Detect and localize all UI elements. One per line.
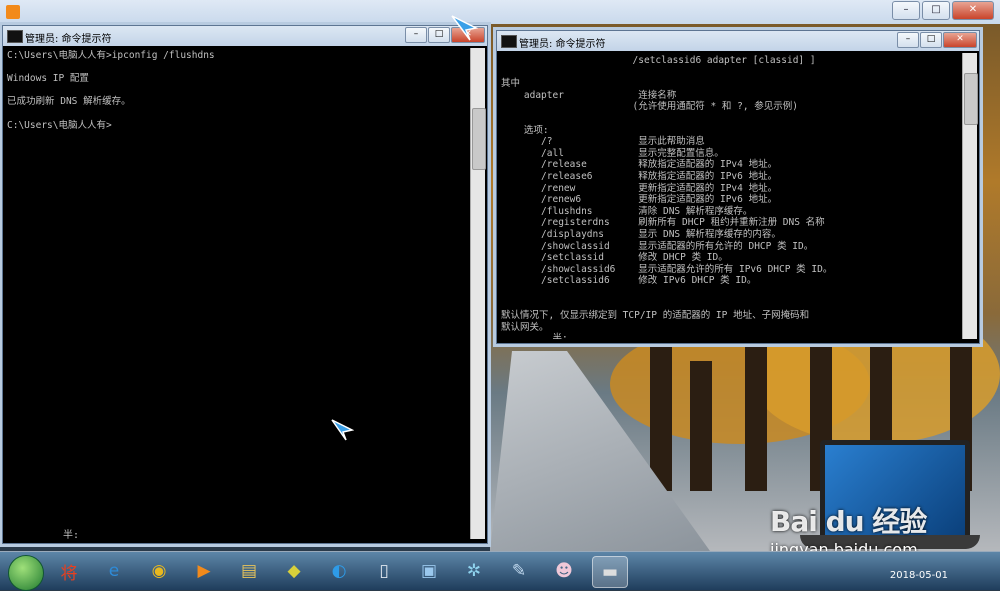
console-line: /showclassid6 显示适配器允许的所有 IPv6 DHCP 类 ID。: [501, 263, 833, 275]
right-console-titlebar[interactable]: 管理员: 命令提示符 – □ ✕: [497, 31, 979, 51]
left-console-scrollbar[interactable]: [470, 48, 486, 539]
browser-taskbar-button[interactable]: ◐: [322, 556, 356, 586]
left-console-title: 管理员: 命令提示符: [25, 34, 112, 45]
console-line: /flushdns 清除 DNS 解析程序缓存。: [501, 205, 753, 217]
console-line: /release 释放指定适配器的 IPv4 地址。: [501, 159, 778, 171]
taskbar: 将 e ◉ ▶ ▤ ◆ ◐ ▯ ▣ ✲ ✎ ☻ ▬ 2018-05-01: [0, 551, 1000, 591]
console-line: 其中: [501, 78, 521, 90]
console-line: (允许使用通配符 * 和 ?, 参见示例): [501, 101, 799, 113]
console-line: /release6 释放指定适配器的 IPv6 地址。: [501, 170, 778, 182]
remote-desktop-icon: ▣: [420, 561, 438, 581]
media-player-icon: ▶: [197, 561, 211, 581]
document-taskbar-button[interactable]: ▯: [367, 556, 401, 586]
cmd-icon: ▬: [601, 562, 619, 582]
paint-taskbar-button[interactable]: ✎: [502, 556, 536, 586]
ie-icon: e: [108, 561, 120, 581]
outer-window-controls: – □ ✕: [892, 1, 994, 20]
console-line: 默认网关。: [501, 321, 549, 333]
console-line: adapter 连接名称: [501, 89, 677, 101]
console-line: 选项:: [501, 124, 549, 136]
right-command-prompt-window[interactable]: 管理员: 命令提示符 – □ ✕ /setclassid6 adapter [c…: [496, 30, 980, 344]
start-button[interactable]: [8, 555, 44, 591]
left-console-output[interactable]: C:\Users\电脑人人有>ipconfig /flushdns Window…: [7, 50, 469, 539]
360-icon: 将: [60, 563, 78, 584]
taskbar-clock: 2018-05-01: [889, 570, 948, 581]
console-line: 半:: [501, 333, 568, 339]
console-line: /showclassid 显示适配器的所有允许的 DHCP 类 ID。: [501, 240, 814, 252]
wallpaper-tree: [650, 341, 672, 491]
maximize-button[interactable]: □: [922, 1, 950, 20]
close-button[interactable]: ✕: [952, 1, 994, 20]
document-icon: ▯: [379, 561, 389, 581]
console-line: /all 显示完整配置信息。: [501, 147, 724, 159]
wallpaper-tree: [745, 331, 767, 491]
maximize-button[interactable]: □: [920, 32, 942, 48]
network-taskbar-button[interactable]: ✲: [457, 556, 491, 586]
left-command-prompt-window[interactable]: 管理员: 命令提示符 – □ ✕ C:\Users\电脑人人有>ipconfig…: [2, 25, 488, 544]
cmd-taskbar-button[interactable]: ▬: [592, 556, 628, 588]
ime-status: 半:: [63, 530, 80, 541]
ie-taskbar-button[interactable]: e: [97, 556, 131, 586]
browser-icon: ◐: [331, 561, 347, 581]
minimize-button[interactable]: –: [892, 1, 920, 20]
baidu-watermark: Bai du 经验: [770, 505, 927, 538]
right-console-title: 管理员: 命令提示符: [519, 39, 606, 50]
remote-desktop-taskbar-button[interactable]: ▣: [412, 556, 446, 586]
maximize-button[interactable]: □: [428, 27, 450, 43]
mouse-cursor-icon: [451, 15, 478, 41]
console-line: 默认情况下, 仅显示绑定到 TCP/IP 的适配器的 IP 地址、子网掩码和: [501, 310, 810, 322]
minimize-button[interactable]: –: [405, 27, 427, 43]
scrollbar-thumb[interactable]: [472, 108, 486, 170]
chrome-icon: ◉: [151, 561, 167, 581]
right-console-controls: – □ ✕: [897, 32, 977, 48]
360-taskbar-button[interactable]: 将: [52, 556, 86, 586]
wallpaper-tree: [690, 361, 712, 491]
file-explorer-taskbar-button[interactable]: ▤: [232, 556, 266, 586]
outer-window-titlebar: – □ ✕: [0, 0, 1000, 25]
media-player-app-icon: [6, 5, 20, 19]
console-line: 已成功刷新 DNS 解析缓存。: [7, 96, 131, 108]
cmd-window-icon: [501, 35, 517, 48]
folder-taskbar-button[interactable]: ◆: [277, 556, 311, 586]
minimize-button[interactable]: –: [897, 32, 919, 48]
right-console-output[interactable]: /setclassid6 adapter [classid] ] 其中 adap…: [501, 55, 961, 339]
app-taskbar-button[interactable]: ☻: [547, 556, 581, 586]
file-explorer-icon: ▤: [240, 561, 258, 581]
left-console-titlebar[interactable]: 管理员: 命令提示符 – □ ✕: [3, 26, 487, 46]
console-line: /? 显示此帮助消息: [501, 136, 705, 148]
paint-icon: ✎: [511, 561, 527, 581]
mouse-cursor-icon: [331, 419, 354, 441]
scrollbar-thumb[interactable]: [964, 73, 978, 125]
app-icon: ☻: [555, 561, 573, 581]
cmd-window-icon: [7, 30, 23, 43]
chrome-taskbar-button[interactable]: ◉: [142, 556, 176, 586]
console-line: /setclassid6 adapter [classid] ]: [501, 55, 816, 66]
console-line: /displaydns 显示 DNS 解析程序缓存的内容。: [501, 228, 781, 240]
console-line: /renew 更新指定适配器的 IPv4 地址。: [501, 182, 778, 194]
console-line: Windows IP 配置: [7, 73, 89, 85]
console-line: C:\Users\电脑人人有>: [7, 119, 112, 131]
media-player-taskbar-button[interactable]: ▶: [187, 556, 221, 586]
console-line: C:\Users\电脑人人有>ipconfig /flushdns: [7, 50, 215, 61]
close-button[interactable]: ✕: [943, 32, 977, 48]
right-console-scrollbar[interactable]: [962, 53, 978, 339]
console-line: /setclassid6 修改 IPv6 DHCP 类 ID。: [501, 275, 757, 287]
console-line: /setclassid 修改 DHCP 类 ID。: [501, 252, 728, 264]
console-line: /registerdns 刷新所有 DHCP 租约并重新注册 DNS 名称: [501, 217, 825, 229]
folder-icon: ◆: [287, 561, 301, 581]
console-line: /renew6 更新指定适配器的 IPv6 地址。: [501, 194, 778, 206]
network-icon: ✲: [466, 561, 482, 581]
